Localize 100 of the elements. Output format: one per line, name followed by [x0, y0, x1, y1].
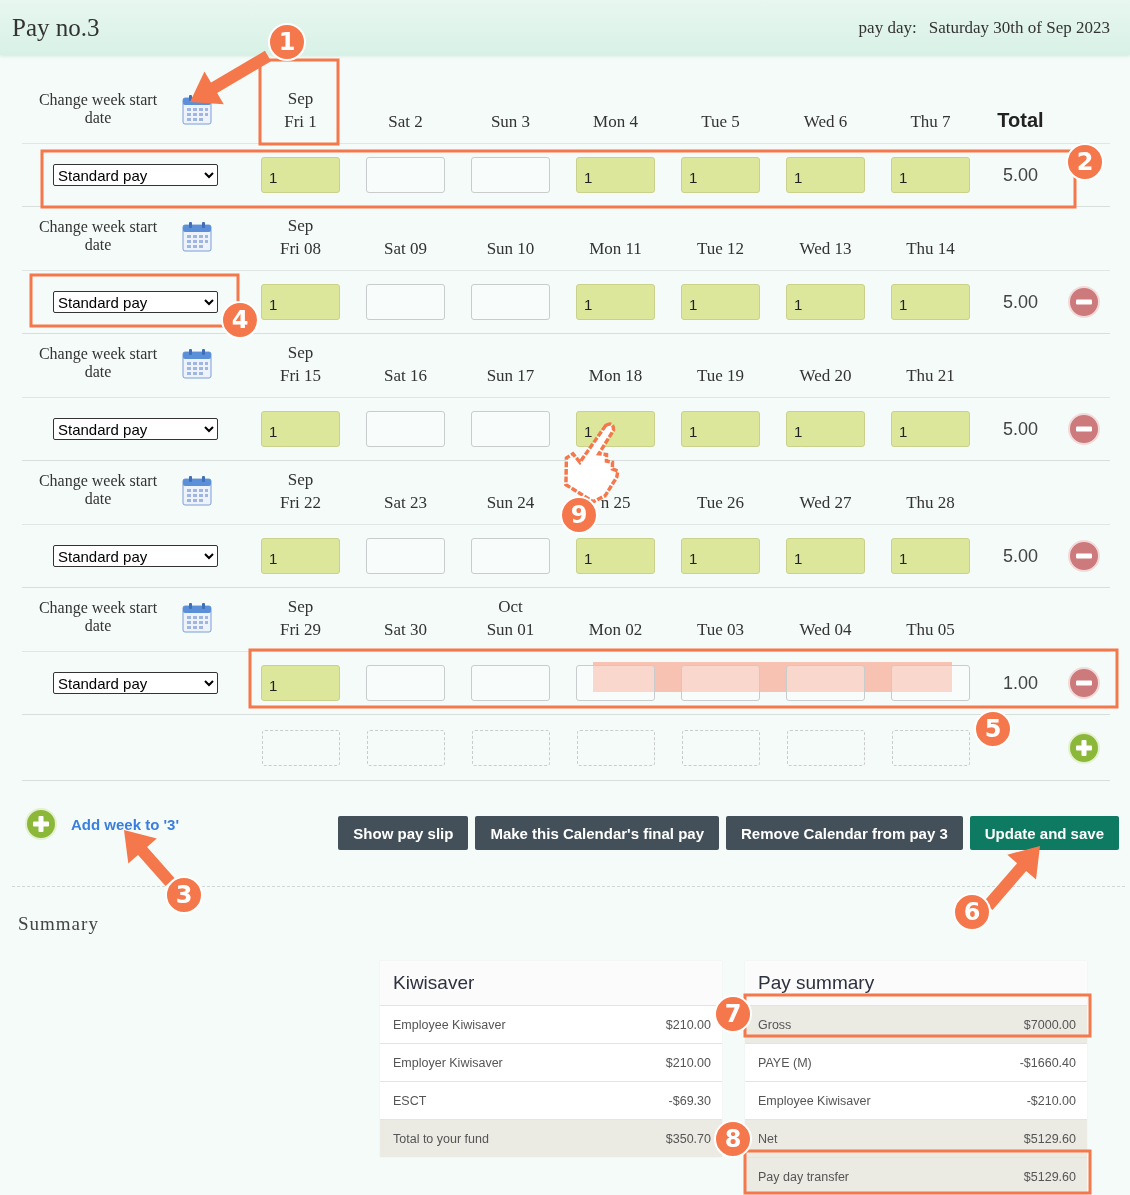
hours-input[interactable]: 1 [786, 411, 865, 447]
action-button[interactable]: Remove Calendar from pay 3 [726, 816, 963, 850]
hours-input[interactable] [471, 284, 550, 320]
calendar-icon[interactable] [182, 347, 212, 379]
step-badge: 6 [953, 893, 991, 931]
row-label: Employee Kiwisaver [393, 1017, 506, 1032]
day-label: n 25 [600, 492, 631, 514]
add-week-link[interactable]: Add week to '3' [71, 815, 179, 833]
hours-input[interactable]: 1 [261, 665, 340, 701]
change-week-label: Change week start date [37, 599, 158, 635]
hours-input[interactable] [786, 665, 865, 701]
row-total: 5.00 [1002, 545, 1038, 566]
hours-input[interactable]: 1 [891, 284, 970, 320]
day-label: Fri 15 [279, 365, 322, 387]
action-button[interactable]: Make this Calendar's final pay [475, 816, 720, 850]
hours-input[interactable]: 1 [891, 538, 970, 574]
pay-type-dropdown[interactable]: Standard pay [53, 291, 218, 313]
hours-input[interactable] [366, 157, 445, 193]
row-amount: -$69.30 [668, 1093, 711, 1108]
calendar-icon[interactable] [182, 601, 212, 633]
hours-input[interactable]: 1 [681, 538, 760, 574]
remove-icon[interactable] [1068, 667, 1100, 699]
pay-type-dropdown[interactable]: Standard pay [53, 164, 218, 186]
row-total: 5.00 [1002, 291, 1038, 312]
remove-icon[interactable] [1068, 286, 1100, 318]
hours-input[interactable]: 1 [576, 157, 655, 193]
calendar-icon[interactable] [182, 220, 212, 252]
hours-input[interactable] [681, 665, 760, 701]
add-week-icon[interactable] [25, 808, 57, 840]
day-label: Thu 7 [910, 111, 951, 133]
hours-input[interactable]: 1 [786, 157, 865, 193]
hours-input[interactable] [366, 411, 445, 447]
empty-hours-slot[interactable] [261, 729, 340, 766]
hours-input[interactable] [471, 157, 550, 193]
hours-input[interactable]: 1 [786, 538, 865, 574]
step-badge: 2 [1066, 143, 1104, 181]
day-label: Wed 20 [799, 365, 852, 387]
hours-input[interactable]: 1 [681, 411, 760, 447]
hours-input[interactable]: 1 [891, 157, 970, 193]
day-label: Fri 1 [284, 111, 317, 133]
hours-input[interactable]: 1 [786, 284, 865, 320]
row-amount: $7000.00 [1023, 1017, 1076, 1032]
hours-input[interactable]: 1 [576, 538, 655, 574]
hours-input[interactable] [471, 411, 550, 447]
hours-input[interactable]: 1 [891, 411, 970, 447]
month-label: Oct [498, 596, 523, 618]
arrow [124, 830, 175, 886]
pay-type-dropdown[interactable]: Standard pay [53, 672, 218, 694]
day-label: Mon 18 [588, 365, 643, 387]
hours-input[interactable] [366, 284, 445, 320]
step-badge: 9 [560, 496, 598, 534]
empty-hours-slot[interactable] [366, 729, 445, 766]
hours-input[interactable]: 1 [261, 284, 340, 320]
row-label: ESCT [393, 1093, 427, 1108]
row-amount: $5129.60 [1023, 1169, 1076, 1184]
table-title: Kiwisaver [380, 961, 722, 1005]
month-label: Sep [287, 215, 314, 237]
empty-hours-slot[interactable] [891, 729, 970, 766]
hours-input[interactable] [471, 665, 550, 701]
day-label: Fri 08 [279, 238, 322, 260]
hours-input[interactable]: 1 [261, 411, 340, 447]
pay-type-dropdown[interactable]: Standard pay [53, 545, 218, 567]
remove-icon[interactable] [1068, 540, 1100, 572]
hours-input[interactable]: 1 [681, 157, 760, 193]
day-label: Sun 24 [486, 492, 535, 514]
day-label: Wed 6 [803, 111, 848, 133]
change-week-label: Change week start date [37, 218, 158, 254]
remove-icon[interactable] [1068, 413, 1100, 445]
hours-input[interactable]: 1 [681, 284, 760, 320]
hours-input[interactable]: 1 [576, 284, 655, 320]
hours-input[interactable] [366, 665, 445, 701]
hours-input[interactable] [576, 665, 655, 701]
pay-type-dropdown[interactable]: Standard pay [53, 418, 218, 440]
row-label: Pay day transfer [758, 1169, 849, 1184]
hours-input[interactable] [471, 538, 550, 574]
action-button[interactable]: Show pay slip [338, 816, 469, 850]
hours-input[interactable] [366, 538, 445, 574]
hours-input[interactable] [891, 665, 970, 701]
empty-hours-slot[interactable] [471, 729, 550, 766]
calendar-icon[interactable] [182, 474, 212, 506]
day-label: Mon 4 [593, 111, 638, 133]
row-amount: $210.00 [665, 1017, 711, 1032]
step-badge: 3 [165, 876, 203, 914]
row-amount: $5129.60 [1023, 1131, 1076, 1146]
day-label: Mon 02 [588, 619, 643, 641]
summary-heading: Summary [18, 913, 100, 935]
empty-hours-slot[interactable] [786, 729, 865, 766]
row-amount: -$1660.40 [1019, 1055, 1076, 1070]
add-row-icon[interactable] [1068, 731, 1100, 764]
day-label: Thu 21 [906, 365, 955, 387]
step-badge: 4 [221, 301, 259, 339]
day-label: Sun 01 [486, 619, 535, 641]
hours-input[interactable]: 1 [261, 538, 340, 574]
hours-input[interactable]: 1 [261, 157, 340, 193]
empty-hours-slot[interactable] [576, 729, 655, 766]
empty-hours-slot[interactable] [681, 729, 760, 766]
action-button[interactable]: Update and save [969, 816, 1119, 850]
month-label: Sep [287, 469, 314, 491]
day-label: Tue 5 [701, 111, 740, 133]
day-label: Sat 30 [384, 619, 427, 641]
